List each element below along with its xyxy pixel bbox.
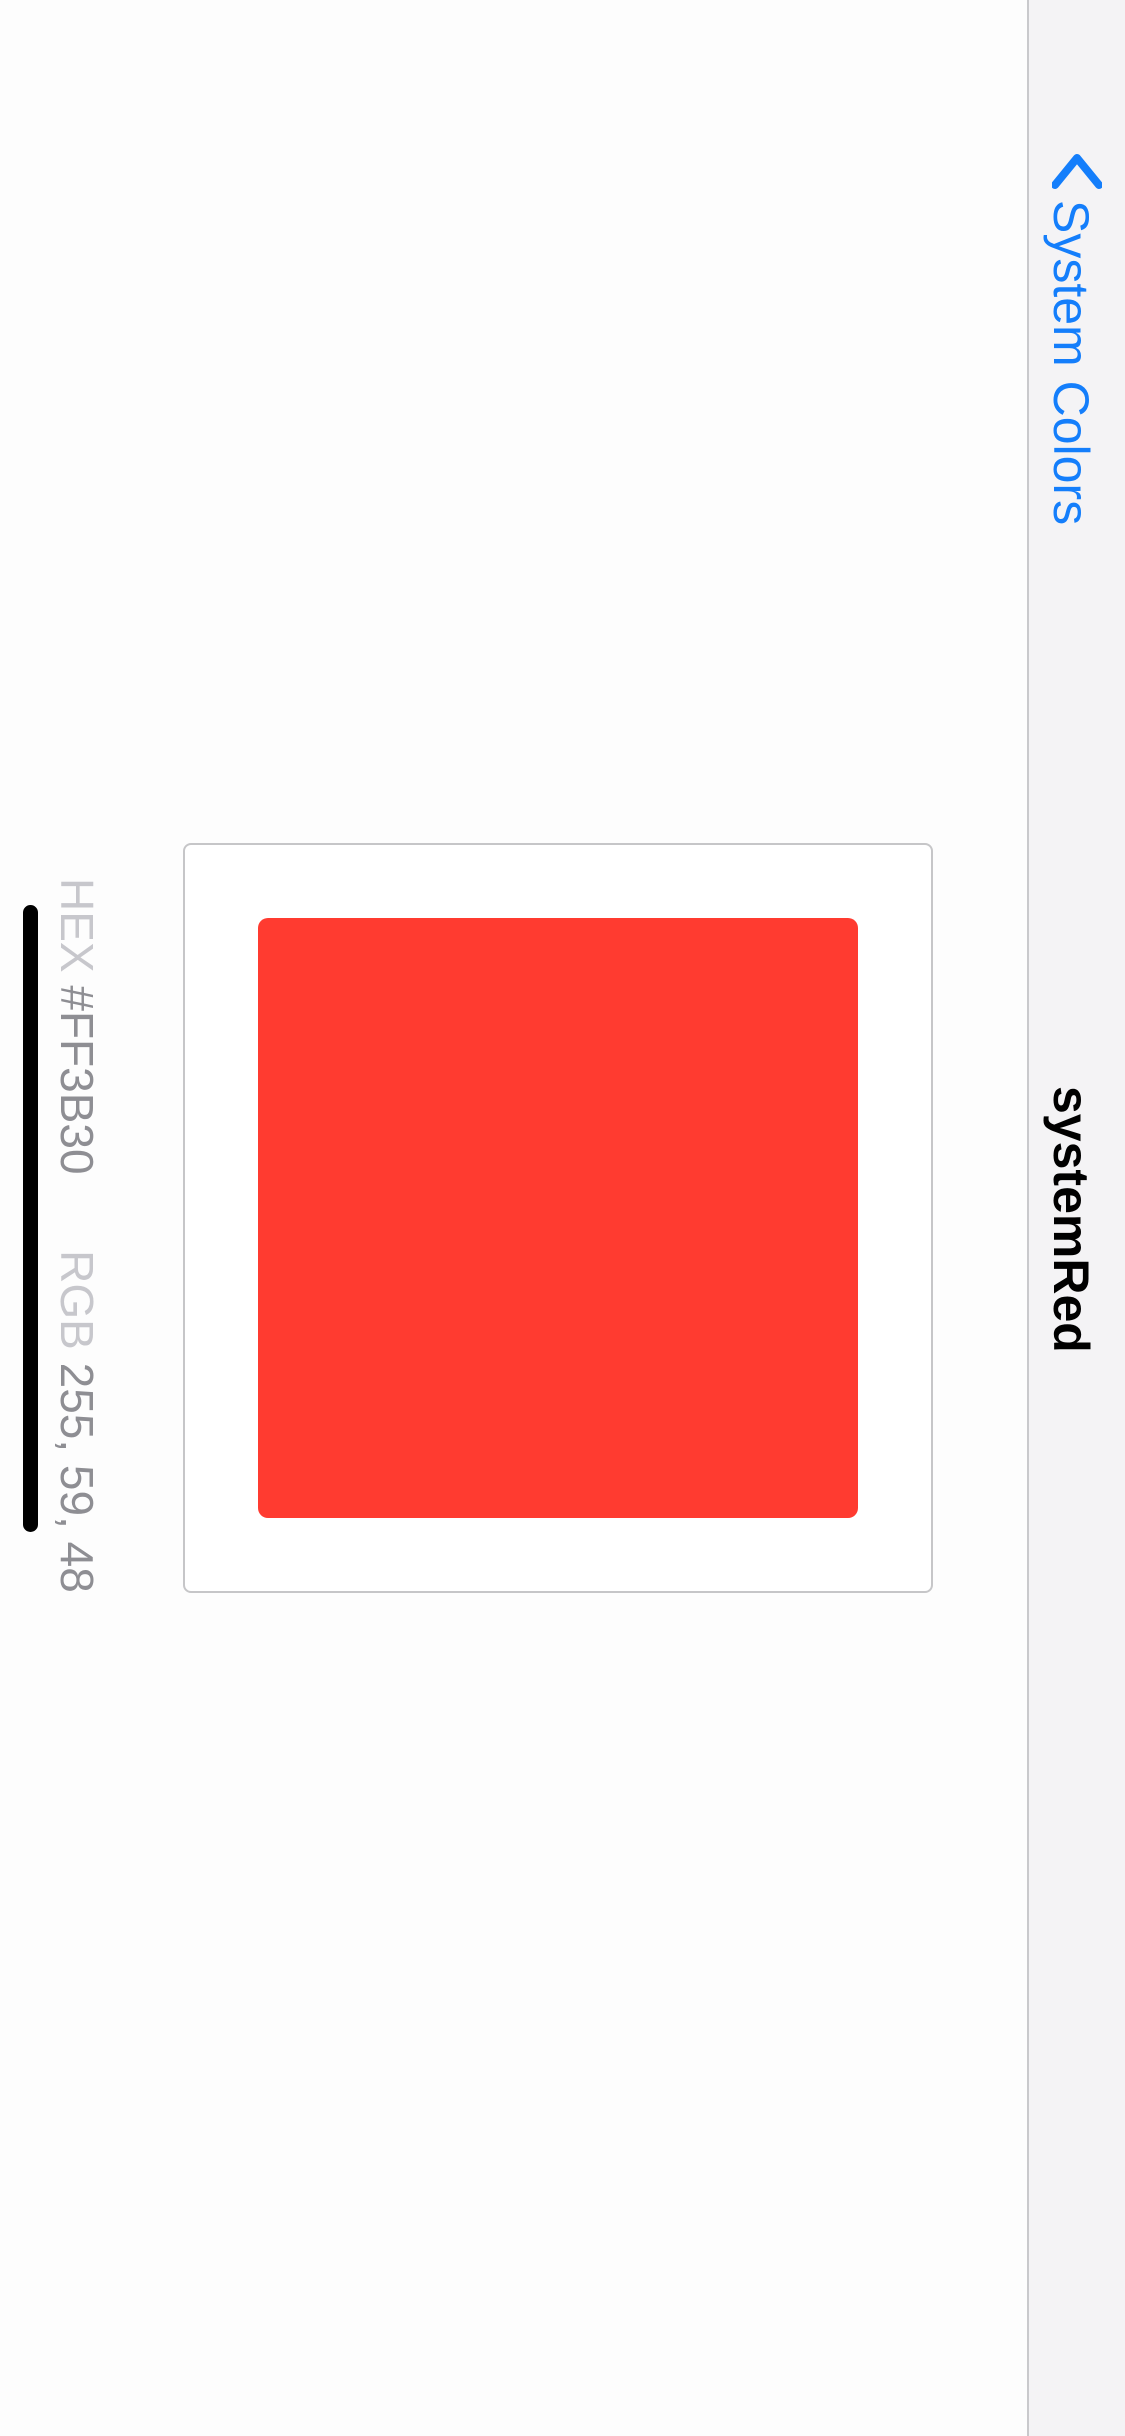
hex-value: #FF3B30 — [51, 985, 103, 1175]
hex-label: HEX — [51, 878, 103, 973]
color-detail-screen: System Colors systemRed HEX #FF3B30 RGB … — [0, 0, 1125, 2436]
color-swatch — [258, 918, 858, 1518]
chevron-left-icon[interactable] — [1052, 152, 1102, 190]
color-info: HEX #FF3B30 RGB 255, 59, 48 — [51, 878, 103, 1593]
rgb-value: 255, 59, 48 — [51, 1362, 103, 1593]
page-title: systemRed — [1043, 1086, 1099, 1353]
home-indicator[interactable] — [23, 905, 38, 1532]
rgb-label: RGB — [51, 1250, 103, 1350]
back-button-label[interactable]: System Colors — [1043, 200, 1099, 525]
